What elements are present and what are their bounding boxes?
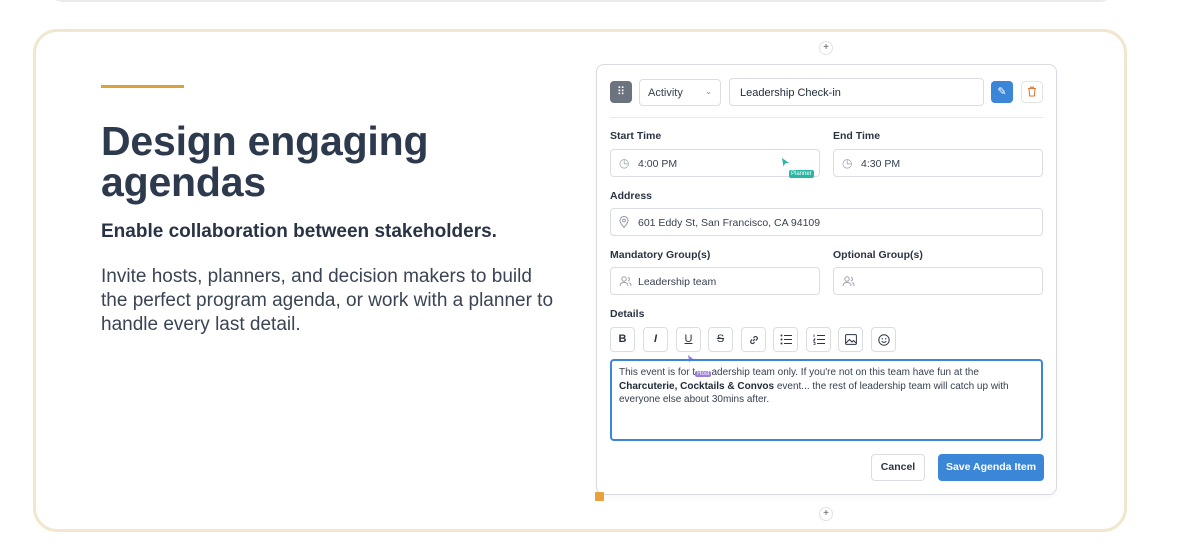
accent-line xyxy=(101,85,184,88)
start-time-value: 4:00 PM xyxy=(638,158,678,170)
resize-handle-icon[interactable] xyxy=(595,492,604,501)
pencil-icon[interactable]: ✎ xyxy=(991,81,1013,103)
agenda-item-form: ⠿ Activity ⌄ Leadership Check-in ✎ Start… xyxy=(596,64,1057,495)
mandatory-groups-label: Mandatory Group(s) xyxy=(610,249,711,261)
headline: Design engaging agendas xyxy=(101,118,429,205)
details-bold-event: Charcuterie, Cocktails & Convos xyxy=(619,380,775,392)
end-time-label: End Time xyxy=(833,130,881,142)
optional-groups-field[interactable] xyxy=(833,267,1043,295)
users-icon xyxy=(842,276,855,287)
trash-icon[interactable] xyxy=(1021,81,1043,103)
add-item-above-plus-icon[interactable]: + xyxy=(819,41,833,55)
title-input[interactable]: Leadership Check-in xyxy=(729,78,984,106)
details-editor[interactable]: This event is for t Host adership team onl… xyxy=(610,359,1043,441)
address-value: 601 Eddy St, San Francisco, CA 94109 xyxy=(638,217,821,229)
end-time-value: 4:30 PM xyxy=(861,158,901,170)
activity-type-select[interactable]: Activity ⌄ xyxy=(639,79,721,106)
numbered-list-icon[interactable] xyxy=(806,327,831,352)
mandatory-groups-value: Leadership team xyxy=(638,276,717,288)
link-icon[interactable] xyxy=(741,327,766,352)
cancel-button[interactable]: Cancel xyxy=(871,454,925,481)
bold-button[interactable]: B xyxy=(610,327,635,352)
address-label: Address xyxy=(610,190,653,202)
subheadline: Enable collaboration between stakeholder… xyxy=(101,221,497,242)
map-pin-icon xyxy=(619,216,629,228)
clock-icon: ◷ xyxy=(619,156,630,170)
drag-handle-icon[interactable]: ⠿ xyxy=(610,81,632,103)
planner-cursor-badge: Planner xyxy=(789,170,814,178)
underline-button[interactable]: U xyxy=(676,327,701,352)
italic-button[interactable]: I xyxy=(643,327,668,352)
clock-icon: ◷ xyxy=(842,156,853,170)
users-icon xyxy=(619,276,632,287)
activity-type-value: Activity xyxy=(648,87,683,99)
bullet-list-icon[interactable] xyxy=(773,327,798,352)
start-time-label: Start Time xyxy=(610,130,662,142)
details-label: Details xyxy=(610,308,645,320)
end-time-field[interactable]: ◷ 4:30 PM xyxy=(833,149,1043,177)
host-cursor-badge: Host xyxy=(695,371,712,377)
strikethrough-button[interactable]: S xyxy=(708,327,733,352)
optional-groups-label: Optional Group(s) xyxy=(833,249,923,261)
mandatory-groups-field[interactable]: Leadership team xyxy=(610,267,820,295)
body-text: Invite hosts, planners, and decision mak… xyxy=(101,266,554,335)
details-text-start: This event is for t xyxy=(619,367,696,378)
chevron-down-icon: ⌄ xyxy=(705,87,712,96)
header-divider xyxy=(610,117,1043,118)
previous-card xyxy=(48,0,1114,2)
save-agenda-item-button[interactable]: Save Agenda Item xyxy=(938,454,1044,481)
planner-cursor-icon xyxy=(782,158,789,167)
details-text-continued: adership team only. If you're not on thi… xyxy=(711,367,979,378)
address-field[interactable]: 601 Eddy St, San Francisco, CA 94109 xyxy=(610,208,1043,236)
image-icon[interactable] xyxy=(838,327,863,352)
add-item-below-plus-icon[interactable]: + xyxy=(819,507,833,521)
emoji-icon[interactable] xyxy=(871,327,896,352)
